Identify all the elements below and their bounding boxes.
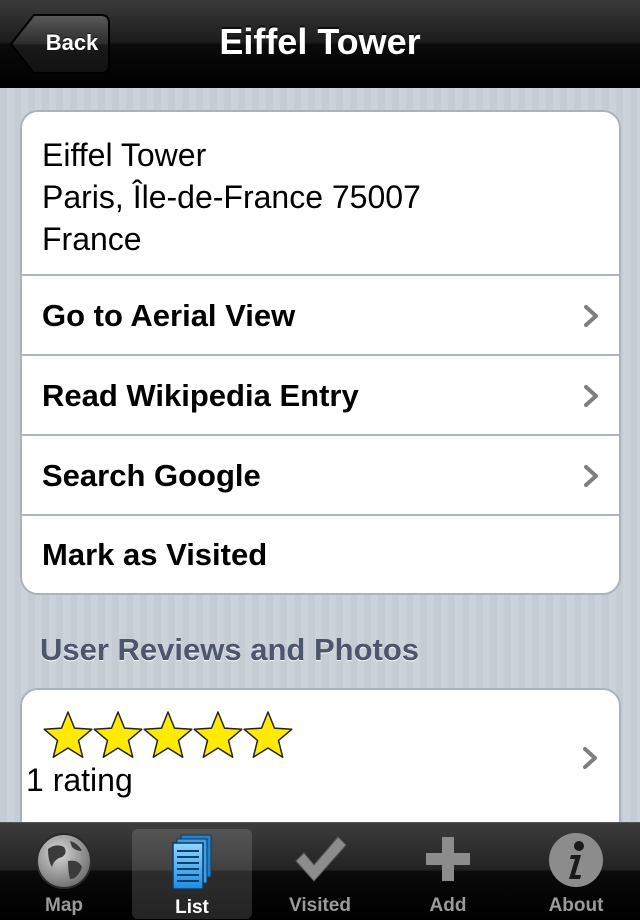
search-google-label: Search Google — [42, 458, 261, 493]
address-cell: Eiffel Tower Paris, Île-de-France 75007 … — [22, 112, 619, 276]
place-details-group: Eiffel Tower Paris, Île-de-France 75007 … — [20, 110, 621, 595]
star-icon — [193, 711, 243, 758]
star-icon — [143, 711, 193, 758]
tab-visited[interactable]: Visited — [260, 823, 380, 920]
tab-bar: Map List Visited Add About — [0, 822, 640, 920]
tab-map-label: Map — [45, 895, 83, 916]
list-icon — [172, 834, 212, 890]
wikipedia-label: Read Wikipedia Entry — [42, 378, 359, 413]
back-button[interactable]: Back — [10, 14, 110, 74]
wikipedia-row[interactable]: Read Wikipedia Entry — [22, 356, 619, 436]
mark-visited-label: Mark as Visited — [42, 537, 268, 572]
address-country: France — [42, 221, 142, 257]
tab-visited-label: Visited — [289, 895, 351, 916]
section-header: User Reviews and Photos — [40, 632, 420, 667]
chevron-right-icon — [584, 385, 598, 407]
navigation-bar: Back Eiffel Tower — [0, 0, 640, 88]
tab-list[interactable]: List — [132, 829, 252, 919]
star-icon — [93, 711, 143, 758]
back-button-label: Back — [45, 30, 99, 55]
chevron-right-icon — [583, 747, 597, 769]
tab-add[interactable]: Add — [388, 823, 508, 920]
address-line: Paris, Île-de-France 75007 — [42, 179, 421, 215]
globe-icon — [36, 833, 92, 889]
aerial-view-row[interactable]: Go to Aerial View — [22, 276, 619, 356]
mark-visited-row[interactable]: Mark as Visited — [22, 516, 619, 593]
page-title: Eiffel Tower — [219, 21, 421, 62]
tab-list-label: List — [175, 897, 209, 918]
info-icon — [549, 833, 603, 887]
star-icon — [43, 711, 93, 758]
tab-about-label: About — [548, 895, 604, 916]
plus-icon — [426, 837, 470, 881]
tab-about[interactable]: About — [516, 823, 636, 920]
star-rating — [42, 710, 293, 762]
checkmark-icon — [295, 836, 347, 882]
tab-add-label: Add — [429, 895, 467, 916]
search-google-row[interactable]: Search Google — [22, 436, 619, 516]
rating-count: 1 rating — [26, 762, 133, 798]
aerial-view-label: Go to Aerial View — [42, 298, 296, 333]
tab-map[interactable]: Map — [4, 823, 124, 920]
chevron-right-icon — [584, 465, 598, 487]
place-name: Eiffel Tower — [42, 137, 207, 173]
chevron-right-icon — [584, 305, 598, 327]
star-icon — [243, 711, 293, 758]
